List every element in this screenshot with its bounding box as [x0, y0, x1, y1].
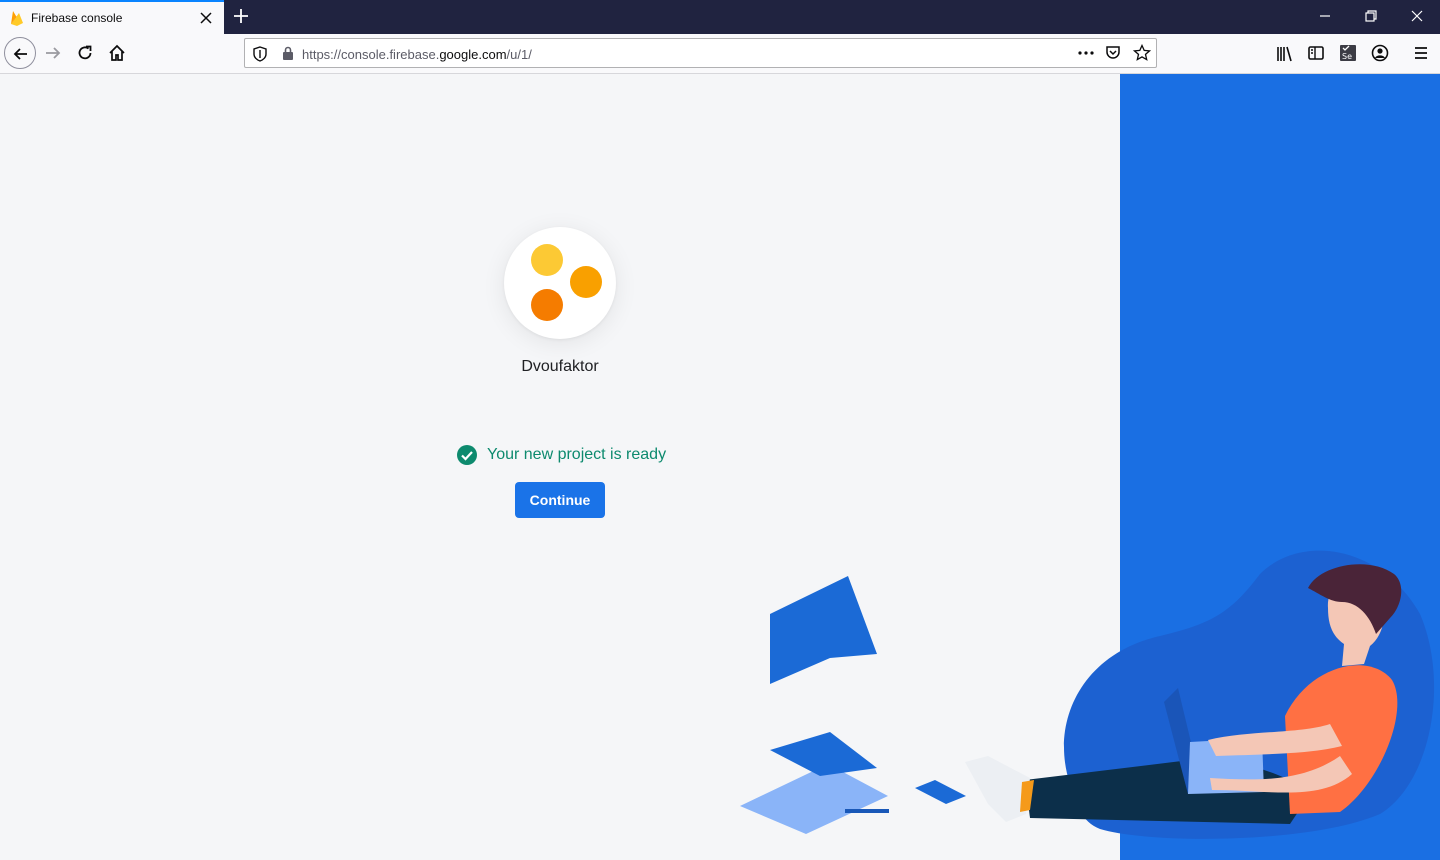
url-host: google.com: [439, 47, 507, 62]
svg-text:Se: Se: [1342, 52, 1352, 61]
back-arrow-icon: [13, 48, 27, 60]
url-text: https://console.firebase.google.com/u/1/: [302, 47, 532, 62]
forward-arrow-icon[interactable]: [43, 43, 63, 63]
browser-tab[interactable]: Firebase console: [0, 0, 224, 34]
selenium-extension-icon[interactable]: Se: [1338, 43, 1358, 63]
lock-icon[interactable]: [281, 46, 295, 61]
url-path: /u/1/: [506, 47, 532, 62]
project-name: Dvoufaktor: [521, 358, 599, 375]
more-actions-icon[interactable]: [1077, 45, 1095, 61]
shoe-shape: [965, 756, 1030, 822]
home-icon[interactable]: [107, 43, 127, 63]
folder-shape: [770, 576, 877, 684]
back-button[interactable]: [4, 37, 36, 69]
firebase-icon: [11, 11, 23, 26]
reload-icon[interactable]: [75, 43, 95, 63]
continue-button[interactable]: Continue: [515, 482, 605, 518]
avatar-dot-yellow: [531, 244, 563, 276]
close-tab-icon[interactable]: [198, 10, 214, 26]
account-icon[interactable]: [1370, 43, 1390, 63]
paper-shape-light: [740, 764, 888, 834]
person-with-laptop-illustration: [740, 550, 1435, 839]
page-content: Dvoufaktor Your new project is ready Con…: [0, 74, 1440, 860]
paper-shape-dark: [770, 732, 877, 776]
bookmark-star-icon[interactable]: [1133, 44, 1151, 62]
tab-title: Firebase console: [31, 11, 123, 25]
status-text: Your new project is ready: [487, 446, 667, 463]
check-circle-icon: [457, 445, 477, 465]
browser-navbar: https://console.firebase.google.com/u/1/…: [0, 34, 1440, 74]
sidebar-icon[interactable]: [1306, 43, 1326, 63]
phone-shape: [915, 780, 966, 804]
url-bar[interactable]: https://console.firebase.google.com/u/1/: [244, 38, 1157, 68]
url-prefix: https://console.firebase.: [302, 47, 440, 62]
hamburger-menu-icon[interactable]: [1411, 43, 1431, 63]
close-window-icon[interactable]: [1409, 8, 1425, 24]
restore-icon[interactable]: [1363, 8, 1379, 24]
pocket-icon[interactable]: [1105, 45, 1121, 61]
avatar-dot-orange: [531, 289, 563, 321]
library-icon[interactable]: [1275, 44, 1295, 64]
minimize-icon[interactable]: [1317, 8, 1333, 24]
pen-shape: [845, 809, 889, 813]
avatar-dot-amber: [570, 266, 602, 298]
project-avatar: [504, 227, 616, 339]
new-tab-icon[interactable]: [232, 7, 250, 25]
browser-titlebar: Firebase console: [0, 0, 1440, 34]
shield-icon[interactable]: [253, 46, 267, 62]
